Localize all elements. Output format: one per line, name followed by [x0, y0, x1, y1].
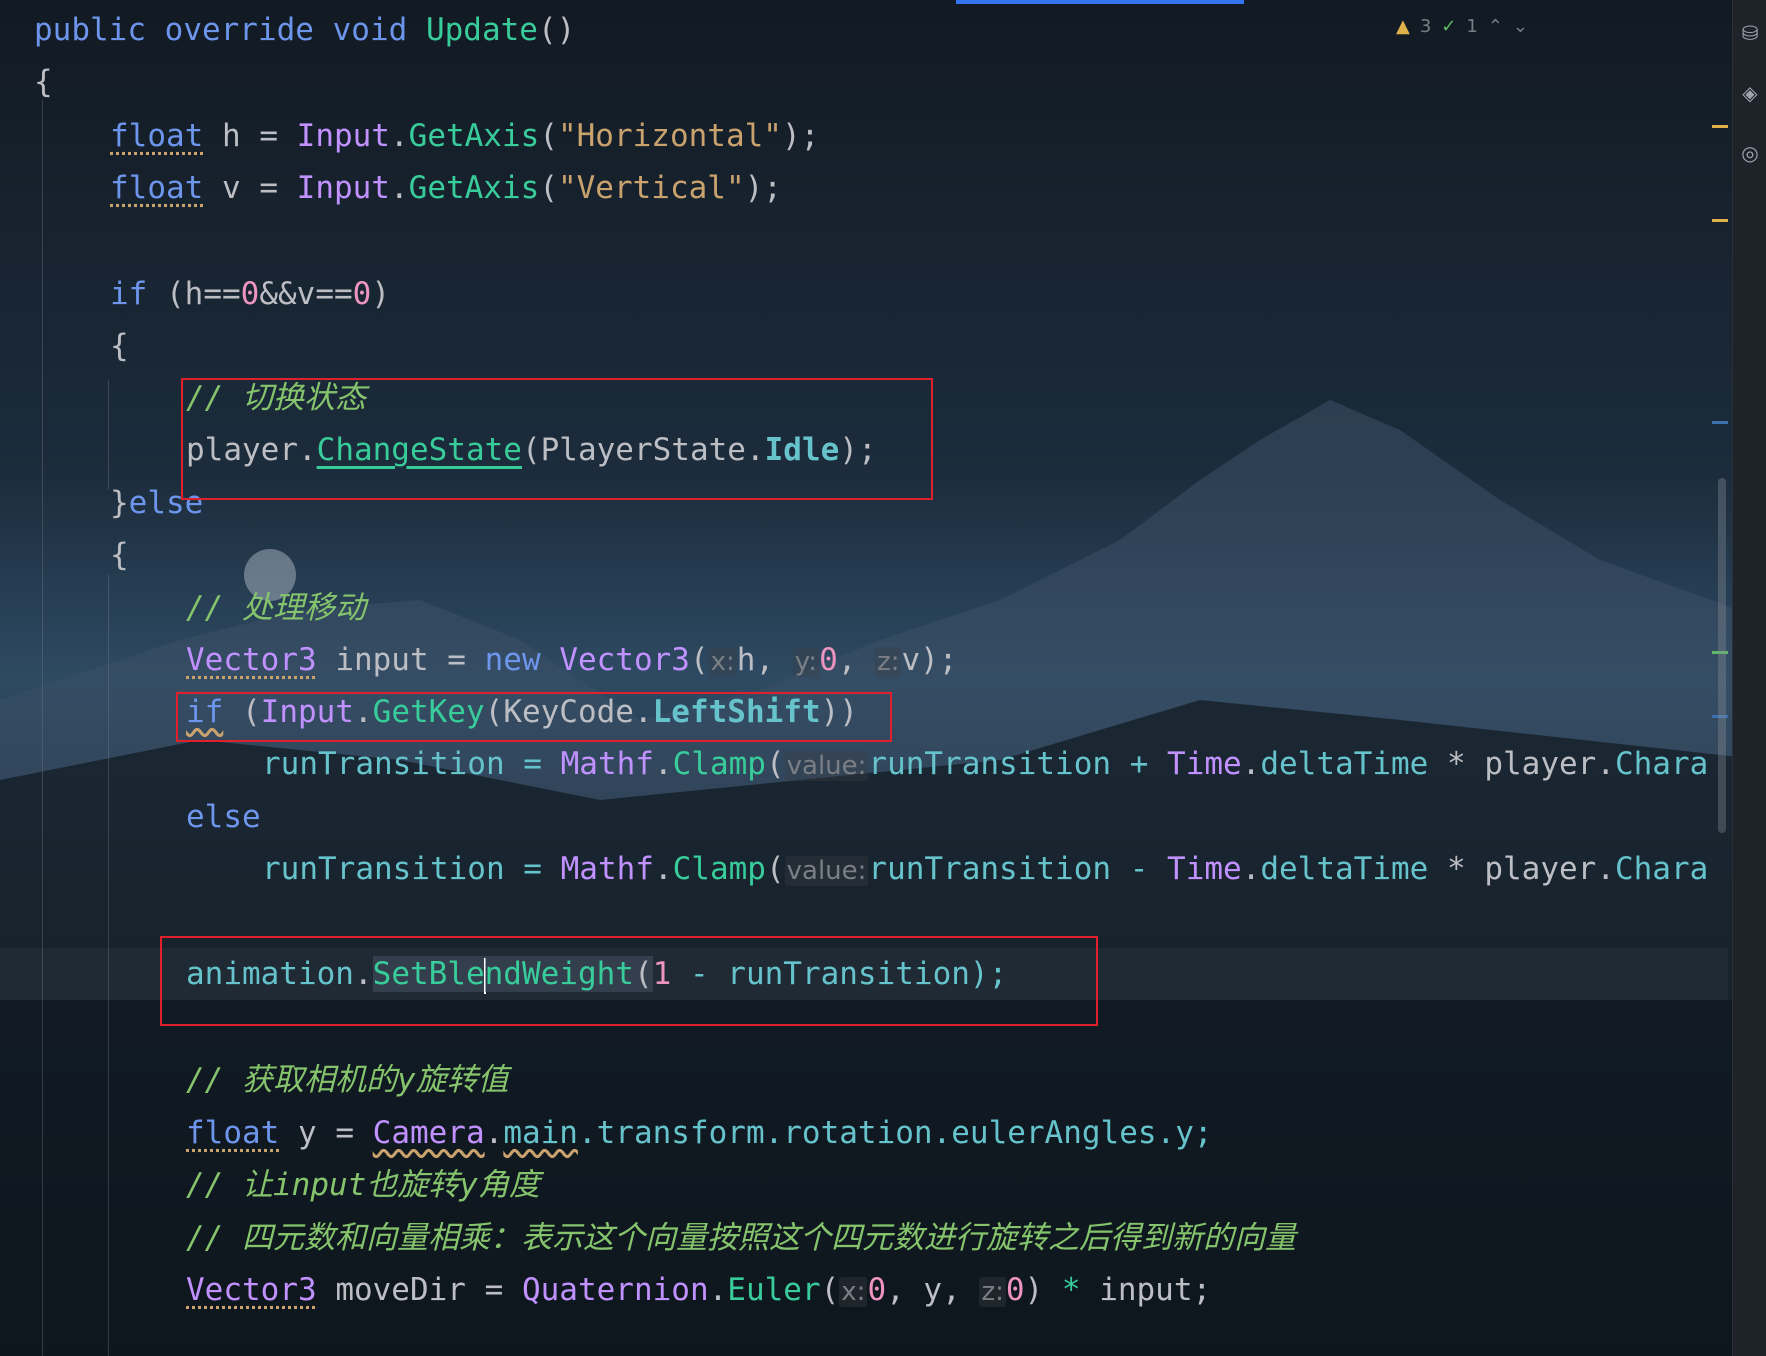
code-line-19: float y = Camera.main.transform.rotation…: [186, 1115, 1213, 1151]
code-line-2: {: [34, 64, 53, 100]
param-hint: x:: [708, 647, 737, 677]
code-line-20: // 让input也旋转y角度: [186, 1167, 540, 1203]
code-line-5: if (h==0&&v==0): [110, 276, 390, 312]
scroll-marker-warning[interactable]: [1712, 219, 1728, 222]
highlight-box-set-blend-weight: [160, 936, 1098, 1026]
ok-count: 1: [1466, 15, 1478, 37]
param-hint: value:: [784, 751, 869, 781]
code-line-1: public override void Update(): [34, 12, 576, 48]
inspection-status[interactable]: ▲ 3 ✓ 1 ⌃ ⌄: [1396, 12, 1528, 40]
chevron-down-icon[interactable]: ⌄: [1513, 16, 1528, 37]
tab-active-indicator: [956, 0, 1244, 4]
highlight-box-getkey: [176, 692, 892, 742]
param-hint: z:: [979, 1277, 1006, 1307]
code-line-4: float v = Input.GetAxis("Vertical");: [110, 170, 782, 206]
code-line-18: // 获取相机的y旋转值: [186, 1062, 509, 1098]
code-line-15: else: [186, 799, 261, 835]
code-editor[interactable]: public override void Update() { float h …: [0, 0, 1728, 1356]
right-tool-strip: ⛁ ◈ ◎: [1732, 0, 1766, 1356]
param-hint: z:: [875, 647, 902, 677]
param-hint: value:: [784, 856, 869, 886]
warning-count: 3: [1419, 15, 1432, 37]
code-line-21: // 四元数和向量相乘：表示这个向量按照这个四元数进行旋转之后得到新的向量: [186, 1220, 1296, 1256]
code-line-12: Vector3 input = new Vector3(x:h, y:0, z:…: [186, 642, 958, 678]
scrollbar-thumb[interactable]: [1718, 478, 1726, 833]
code-line-22: Vector3 moveDir = Quaternion.Euler(x:0, …: [186, 1272, 1212, 1308]
indent-guide: [42, 100, 43, 1356]
database-icon[interactable]: ⛁: [1739, 22, 1761, 44]
scroll-marker-warning[interactable]: [1712, 125, 1728, 128]
warning-icon: ▲: [1395, 15, 1410, 37]
code-line-6: {: [110, 328, 129, 364]
scroll-marker-info[interactable]: [1712, 421, 1728, 424]
param-hint: x:: [839, 1277, 868, 1307]
code-line-3: float h = Input.GetAxis("Horizontal");: [110, 118, 820, 154]
code-line-11: // 处理移动: [186, 590, 366, 626]
check-icon: ✓: [1441, 15, 1457, 37]
chevron-up-icon[interactable]: ⌃: [1488, 16, 1503, 37]
highlight-box-change-state: [181, 378, 933, 500]
indent-guide: [108, 380, 109, 490]
code-line-14: runTransition = Mathf.Clamp(value:runTra…: [262, 746, 1709, 782]
param-hint: y:: [792, 647, 820, 677]
coverage-icon[interactable]: ◎: [1739, 142, 1761, 164]
puzzle-icon[interactable]: ◈: [1739, 82, 1761, 104]
code-line-10: {: [110, 537, 129, 573]
code-line-16: runTransition = Mathf.Clamp(value:runTra…: [262, 851, 1709, 887]
